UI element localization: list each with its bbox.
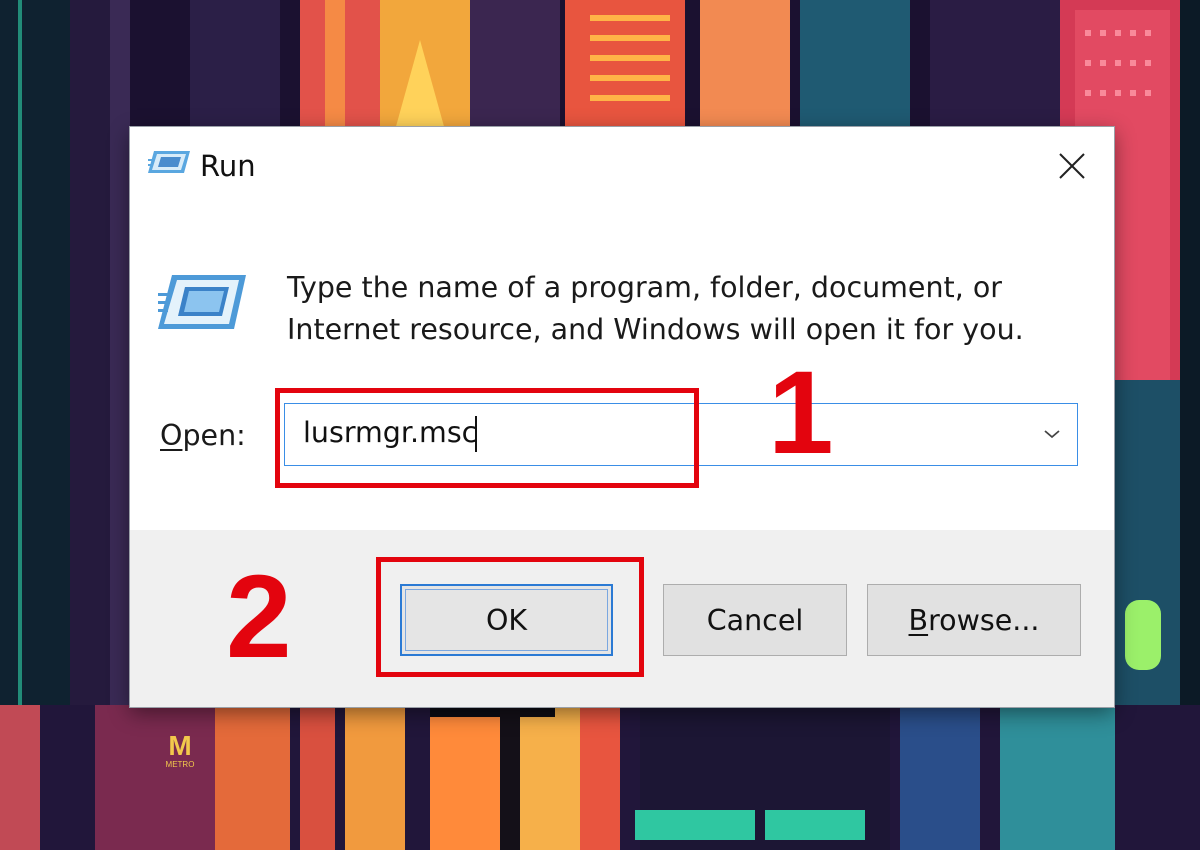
highlight-box-input [275,388,699,488]
wallpaper-sign-letter: M [168,730,192,761]
chevron-down-icon [1044,430,1060,439]
open-label-mnemonic: O [160,419,183,452]
close-button[interactable] [1030,127,1114,205]
highlight-box-ok [376,557,644,677]
browse-mnemonic: B [908,603,929,637]
run-icon [148,151,190,173]
step-number-2: 2 [226,551,292,683]
close-icon [1059,153,1085,179]
browse-label: rowse... [928,603,1040,637]
title-bar[interactable]: Run [130,127,1114,205]
wallpaper-metro-sign: M METRO [160,730,200,770]
step-number-1: 1 [768,347,834,479]
description-line: Type the name of a program, folder, docu… [287,271,1002,304]
browse-button[interactable]: Browse... [867,584,1081,656]
dialog-description: Type the name of a program, folder, docu… [287,267,1087,351]
dialog-title: Run [200,149,256,183]
cancel-button[interactable]: Cancel [663,584,847,656]
run-icon [158,275,246,329]
dropdown-button[interactable] [1037,418,1067,450]
wallpaper-sign-text: METRO [165,760,195,769]
open-label-text: pen: [182,419,246,452]
description-line: Internet resource, and Windows will open… [287,313,1024,346]
open-label: Open: [160,419,246,452]
